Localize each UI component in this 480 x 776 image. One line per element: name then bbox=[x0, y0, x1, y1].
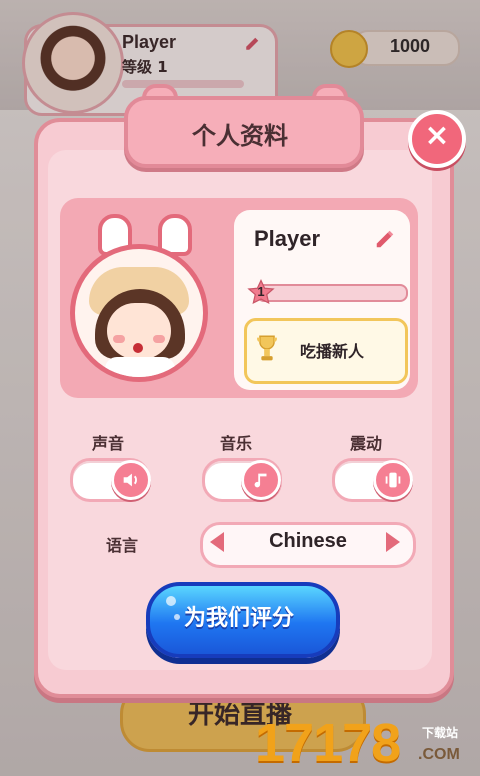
vibration-toggle[interactable] bbox=[332, 458, 413, 502]
profile-avatar[interactable] bbox=[70, 230, 208, 382]
language-label: 语言 bbox=[106, 536, 139, 555]
vibration-label: 震动 bbox=[350, 434, 383, 453]
modal-title: 个人资料 bbox=[192, 122, 288, 150]
watermark-domain: .COM bbox=[418, 746, 460, 763]
sound-label: 声音 bbox=[92, 434, 125, 453]
badge-title: 吃播新人 bbox=[300, 342, 365, 361]
music-knob[interactable] bbox=[241, 460, 281, 500]
close-button[interactable]: × bbox=[408, 110, 466, 168]
sound-toggle[interactable] bbox=[70, 458, 151, 502]
music-note-icon bbox=[254, 473, 267, 488]
profile-level: 1 bbox=[257, 284, 265, 299]
vibration-knob[interactable] bbox=[373, 460, 413, 500]
watermark-brand: 17178 bbox=[255, 713, 401, 773]
watermark-subtitle: 下载站 bbox=[422, 726, 459, 740]
music-toggle[interactable] bbox=[202, 458, 282, 502]
profile-name: Player bbox=[254, 226, 321, 251]
speaker-icon bbox=[123, 473, 137, 487]
close-icon: × bbox=[424, 118, 450, 153]
vibration-icon bbox=[385, 472, 401, 488]
music-label: 音乐 bbox=[220, 434, 253, 453]
sound-knob[interactable] bbox=[111, 460, 151, 500]
pencil-icon[interactable] bbox=[374, 228, 396, 250]
arrow-left-icon[interactable] bbox=[210, 532, 224, 552]
trophy-icon bbox=[257, 335, 277, 361]
level-progress-bar bbox=[256, 284, 408, 302]
arrow-right-icon[interactable] bbox=[386, 532, 400, 552]
language-value: Chinese bbox=[269, 530, 347, 552]
rate-us-label: 为我们评分 bbox=[183, 606, 294, 631]
